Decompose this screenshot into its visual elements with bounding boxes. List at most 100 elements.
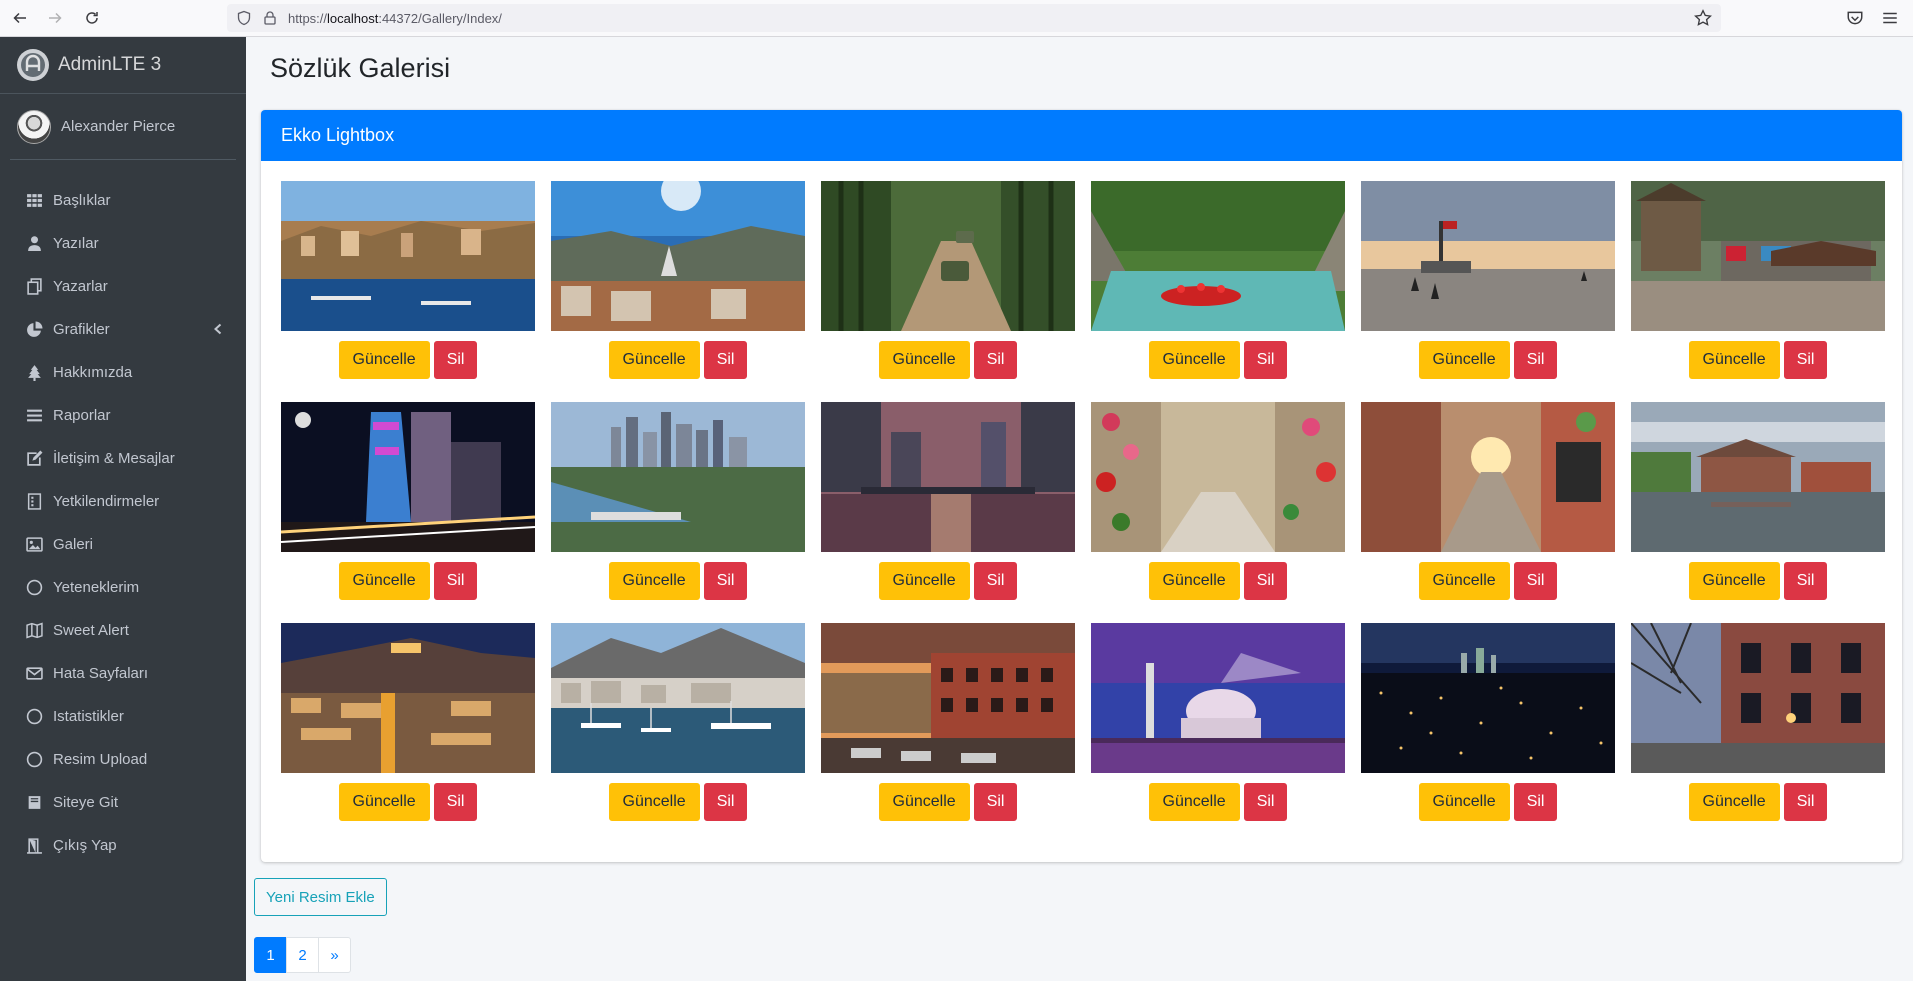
sidebar-item-hata-sayfalari[interactable]: Hata Sayfaları	[0, 652, 246, 695]
update-button[interactable]: Güncelle	[338, 562, 430, 600]
sidebar-item-grafikler[interactable]: Grafikler	[0, 308, 246, 351]
bars-icon	[24, 407, 44, 425]
sidebar-item-yazarlar[interactable]: Yazarlar	[0, 265, 246, 308]
gallery-image[interactable]	[281, 623, 535, 773]
update-button[interactable]: Güncelle	[1688, 562, 1780, 600]
page-title: Sözlük Galerisi	[270, 53, 451, 83]
delete-button[interactable]: Sil	[973, 562, 1018, 600]
brand-link[interactable]: AdminLTE 3	[0, 37, 246, 94]
reload-button[interactable]	[80, 7, 104, 29]
delete-button[interactable]: Sil	[1783, 562, 1828, 600]
delete-button[interactable]: Sil	[433, 783, 478, 821]
sidebar-item-yazilar[interactable]: Yazılar	[0, 222, 246, 265]
page-link-next[interactable]: »	[318, 937, 351, 973]
gallery-image[interactable]	[821, 402, 1075, 552]
update-button[interactable]: Güncelle	[608, 341, 700, 379]
pagination: 1 2 »	[254, 937, 351, 973]
sidebar-item-hakkimizda[interactable]: Hakkımızda	[0, 351, 246, 394]
gallery-actions: Güncelle Sil	[1091, 341, 1345, 379]
delete-button[interactable]: Sil	[973, 341, 1018, 379]
sidebar-item-resim-upload[interactable]: Resim Upload	[0, 738, 246, 781]
star-icon[interactable]	[1694, 9, 1712, 27]
gallery-image[interactable]	[821, 623, 1075, 773]
delete-button[interactable]: Sil	[1783, 341, 1828, 379]
gallery-image[interactable]	[551, 623, 805, 773]
sidebar-item-sweet-alert[interactable]: Sweet Alert	[0, 609, 246, 652]
sidebar-item-label: Yazılar	[53, 235, 99, 252]
delete-button[interactable]: Sil	[433, 562, 478, 600]
gallery-image[interactable]	[551, 402, 805, 552]
sidebar-item-yetkilendirmeler[interactable]: Yetkilendirmeler	[0, 480, 246, 523]
update-button[interactable]: Güncelle	[1418, 341, 1510, 379]
gallery-item: Güncelle Sil	[1631, 402, 1885, 600]
sidebar-item-yeteneklerim[interactable]: Yeteneklerim	[0, 566, 246, 609]
new-image-button[interactable]: Yeni Resim Ekle	[254, 878, 387, 916]
delete-button[interactable]: Sil	[973, 783, 1018, 821]
back-button[interactable]	[8, 7, 32, 29]
sidebar-item-galeri[interactable]: Galeri	[0, 523, 246, 566]
update-button[interactable]: Güncelle	[338, 783, 430, 821]
forward-button[interactable]	[43, 7, 67, 29]
pocket-icon[interactable]	[1846, 9, 1864, 27]
chart-pie-icon	[24, 321, 44, 339]
gallery-image[interactable]	[1091, 402, 1345, 552]
gallery-actions: Güncelle Sil	[1361, 341, 1615, 379]
page-link-1[interactable]: 1	[254, 937, 287, 973]
update-button[interactable]: Güncelle	[1688, 783, 1780, 821]
update-button[interactable]: Güncelle	[608, 783, 700, 821]
update-button[interactable]: Güncelle	[338, 341, 430, 379]
sidebar-item-label: Hata Sayfaları	[53, 665, 149, 682]
delete-button[interactable]: Sil	[1243, 341, 1288, 379]
update-button[interactable]: Güncelle	[1148, 341, 1240, 379]
gallery-item: Güncelle Sil	[281, 623, 535, 821]
delete-button[interactable]: Sil	[1513, 783, 1558, 821]
delete-button[interactable]: Sil	[1243, 562, 1288, 600]
update-button[interactable]: Güncelle	[1418, 783, 1510, 821]
delete-button[interactable]: Sil	[703, 783, 748, 821]
update-button[interactable]: Güncelle	[878, 341, 970, 379]
sidebar-item-istatistikler[interactable]: Istatistikler	[0, 695, 246, 738]
update-button[interactable]: Güncelle	[878, 783, 970, 821]
gallery-actions: Güncelle Sil	[551, 341, 805, 379]
sidebar-item-cikis-yap[interactable]: Çıkış Yap	[0, 824, 246, 867]
sidebar-item-siteye-git[interactable]: Siteye Git	[0, 781, 246, 824]
shield-icon	[237, 10, 251, 26]
update-button[interactable]: Güncelle	[1148, 562, 1240, 600]
gallery-image[interactable]	[1631, 402, 1885, 552]
gallery-image[interactable]	[1361, 402, 1615, 552]
delete-button[interactable]: Sil	[703, 562, 748, 600]
update-button[interactable]: Güncelle	[1148, 783, 1240, 821]
menu-icon[interactable]	[1881, 9, 1899, 27]
gallery-image[interactable]	[1631, 181, 1885, 331]
gallery-image[interactable]	[821, 181, 1075, 331]
delete-button[interactable]: Sil	[433, 341, 478, 379]
update-button[interactable]: Güncelle	[1688, 341, 1780, 379]
gallery-image[interactable]	[281, 402, 535, 552]
sidebar-item-raporlar[interactable]: Raporlar	[0, 394, 246, 437]
sidebar-item-iletisim[interactable]: İletişim & Mesajlar	[0, 437, 246, 480]
gallery-image[interactable]	[1361, 181, 1615, 331]
th-icon	[24, 192, 44, 210]
gallery-image[interactable]	[1091, 181, 1345, 331]
user-name: Alexander Pierce	[61, 118, 176, 135]
update-button[interactable]: Güncelle	[608, 562, 700, 600]
gallery-image[interactable]	[1631, 623, 1885, 773]
delete-button[interactable]: Sil	[1243, 783, 1288, 821]
gallery-image[interactable]	[281, 181, 535, 331]
delete-button[interactable]: Sil	[1513, 562, 1558, 600]
sidebar-item-basliklar[interactable]: Başlıklar	[0, 179, 246, 222]
gallery-image[interactable]	[1091, 623, 1345, 773]
delete-button[interactable]: Sil	[1513, 341, 1558, 379]
gallery-actions: Güncelle Sil	[1631, 562, 1885, 600]
map-icon	[24, 622, 44, 640]
page-link-2[interactable]: 2	[286, 937, 319, 973]
update-button[interactable]: Güncelle	[1418, 562, 1510, 600]
delete-button[interactable]: Sil	[1783, 783, 1828, 821]
update-button[interactable]: Güncelle	[878, 562, 970, 600]
gallery-image[interactable]	[1361, 623, 1615, 773]
delete-button[interactable]: Sil	[703, 341, 748, 379]
user-panel[interactable]: Alexander Pierce	[10, 94, 236, 160]
gallery-image[interactable]	[551, 181, 805, 331]
address-bar[interactable]: https://localhost:44372/Gallery/Index/	[227, 4, 1721, 32]
card-header: Ekko Lightbox	[261, 110, 1902, 161]
